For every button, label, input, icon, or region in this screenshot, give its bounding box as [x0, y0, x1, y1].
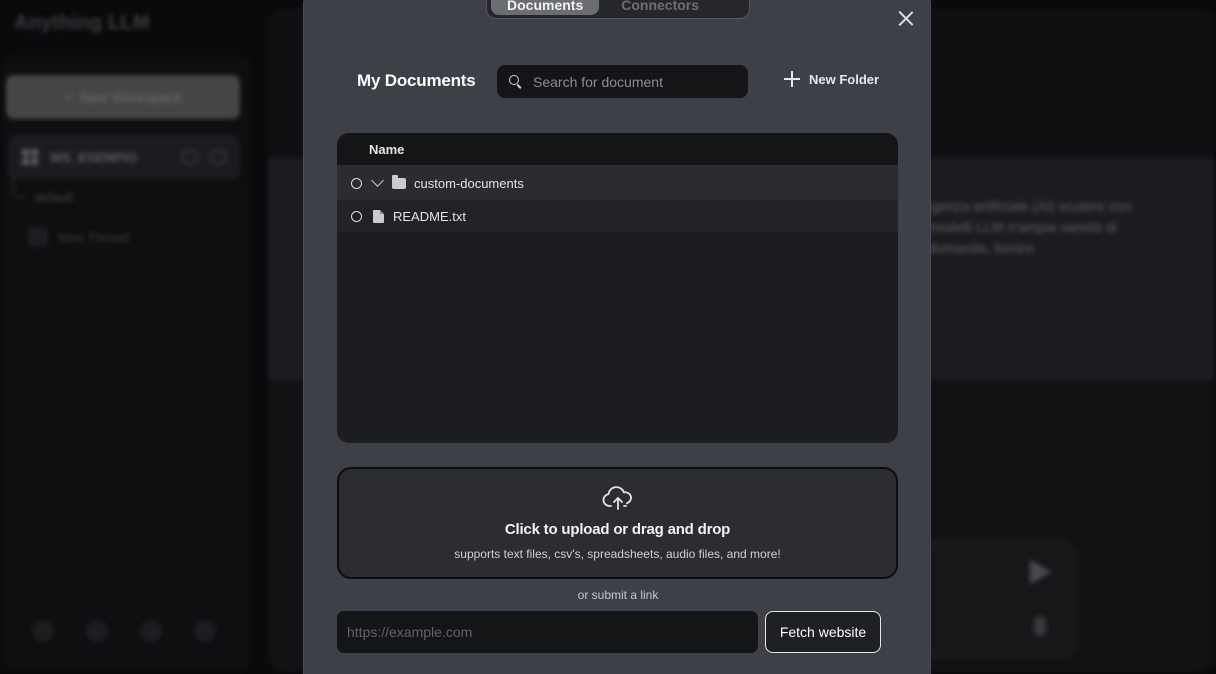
- document-modal: Documents Data Connectors My Documents N…: [303, 0, 931, 674]
- tab-documents[interactable]: Documents: [491, 0, 600, 15]
- plus-icon: [784, 71, 800, 87]
- tab-data-connectors[interactable]: Data Connectors: [605, 0, 745, 15]
- search-bar[interactable]: [497, 65, 748, 98]
- file-icon: [373, 209, 384, 223]
- new-folder-button[interactable]: New Folder: [784, 71, 879, 87]
- new-folder-label: New Folder: [809, 71, 880, 87]
- upload-dropzone[interactable]: Click to upload or drag and drop support…: [337, 467, 898, 579]
- fetch-website-button[interactable]: Fetch website: [765, 611, 881, 653]
- cloud-upload-icon: [602, 486, 632, 510]
- page-title: My Documents: [357, 71, 476, 90]
- upload-title: Click to upload or drag and drop: [504, 521, 731, 538]
- search-icon: [509, 74, 523, 89]
- folder-name: custom-documents: [414, 175, 524, 191]
- upload-subtitle: supports text files, csv's, spreadsheets…: [454, 547, 781, 561]
- url-input[interactable]: [337, 611, 758, 653]
- table-row[interactable]: custom-documents: [337, 166, 898, 200]
- row-checkbox[interactable]: [351, 210, 362, 222]
- file-table: Name custom-documents README.txt: [337, 133, 898, 443]
- or-submit-link-text: or submit a link: [577, 588, 659, 602]
- chevron-down-icon[interactable]: [371, 174, 384, 187]
- modal-tabs: Documents Data Connectors: [486, 0, 750, 19]
- column-name-header: Name: [369, 141, 405, 157]
- row-checkbox[interactable]: [351, 177, 362, 189]
- search-input[interactable]: [533, 73, 733, 90]
- table-row[interactable]: README.txt: [337, 200, 898, 232]
- file-name: README.txt: [393, 208, 466, 224]
- table-header: Name: [337, 133, 898, 166]
- folder-icon: [392, 174, 406, 189]
- close-icon[interactable]: [898, 11, 914, 27]
